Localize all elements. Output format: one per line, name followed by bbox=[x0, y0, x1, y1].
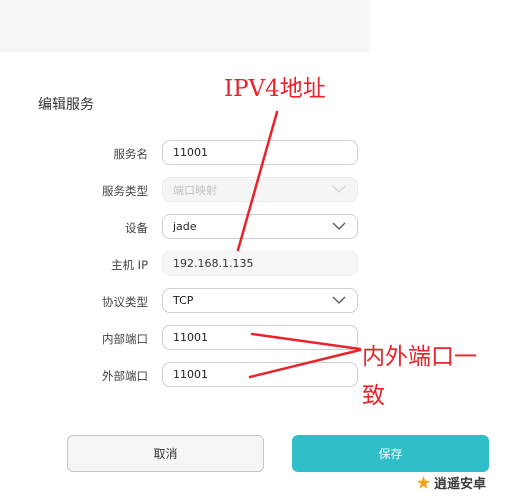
ipv4-annotation: IPV4地址 bbox=[224, 76, 326, 102]
watermark-text: 逍遥安卓 bbox=[434, 477, 487, 492]
star-icon bbox=[416, 475, 431, 489]
port-annotation-line2: 致 bbox=[362, 383, 385, 409]
watermark: 逍遥安卓 bbox=[416, 473, 486, 492]
port-annotation-line1: 内外端口一 bbox=[362, 344, 477, 370]
annotation-arrows bbox=[236, 110, 362, 379]
